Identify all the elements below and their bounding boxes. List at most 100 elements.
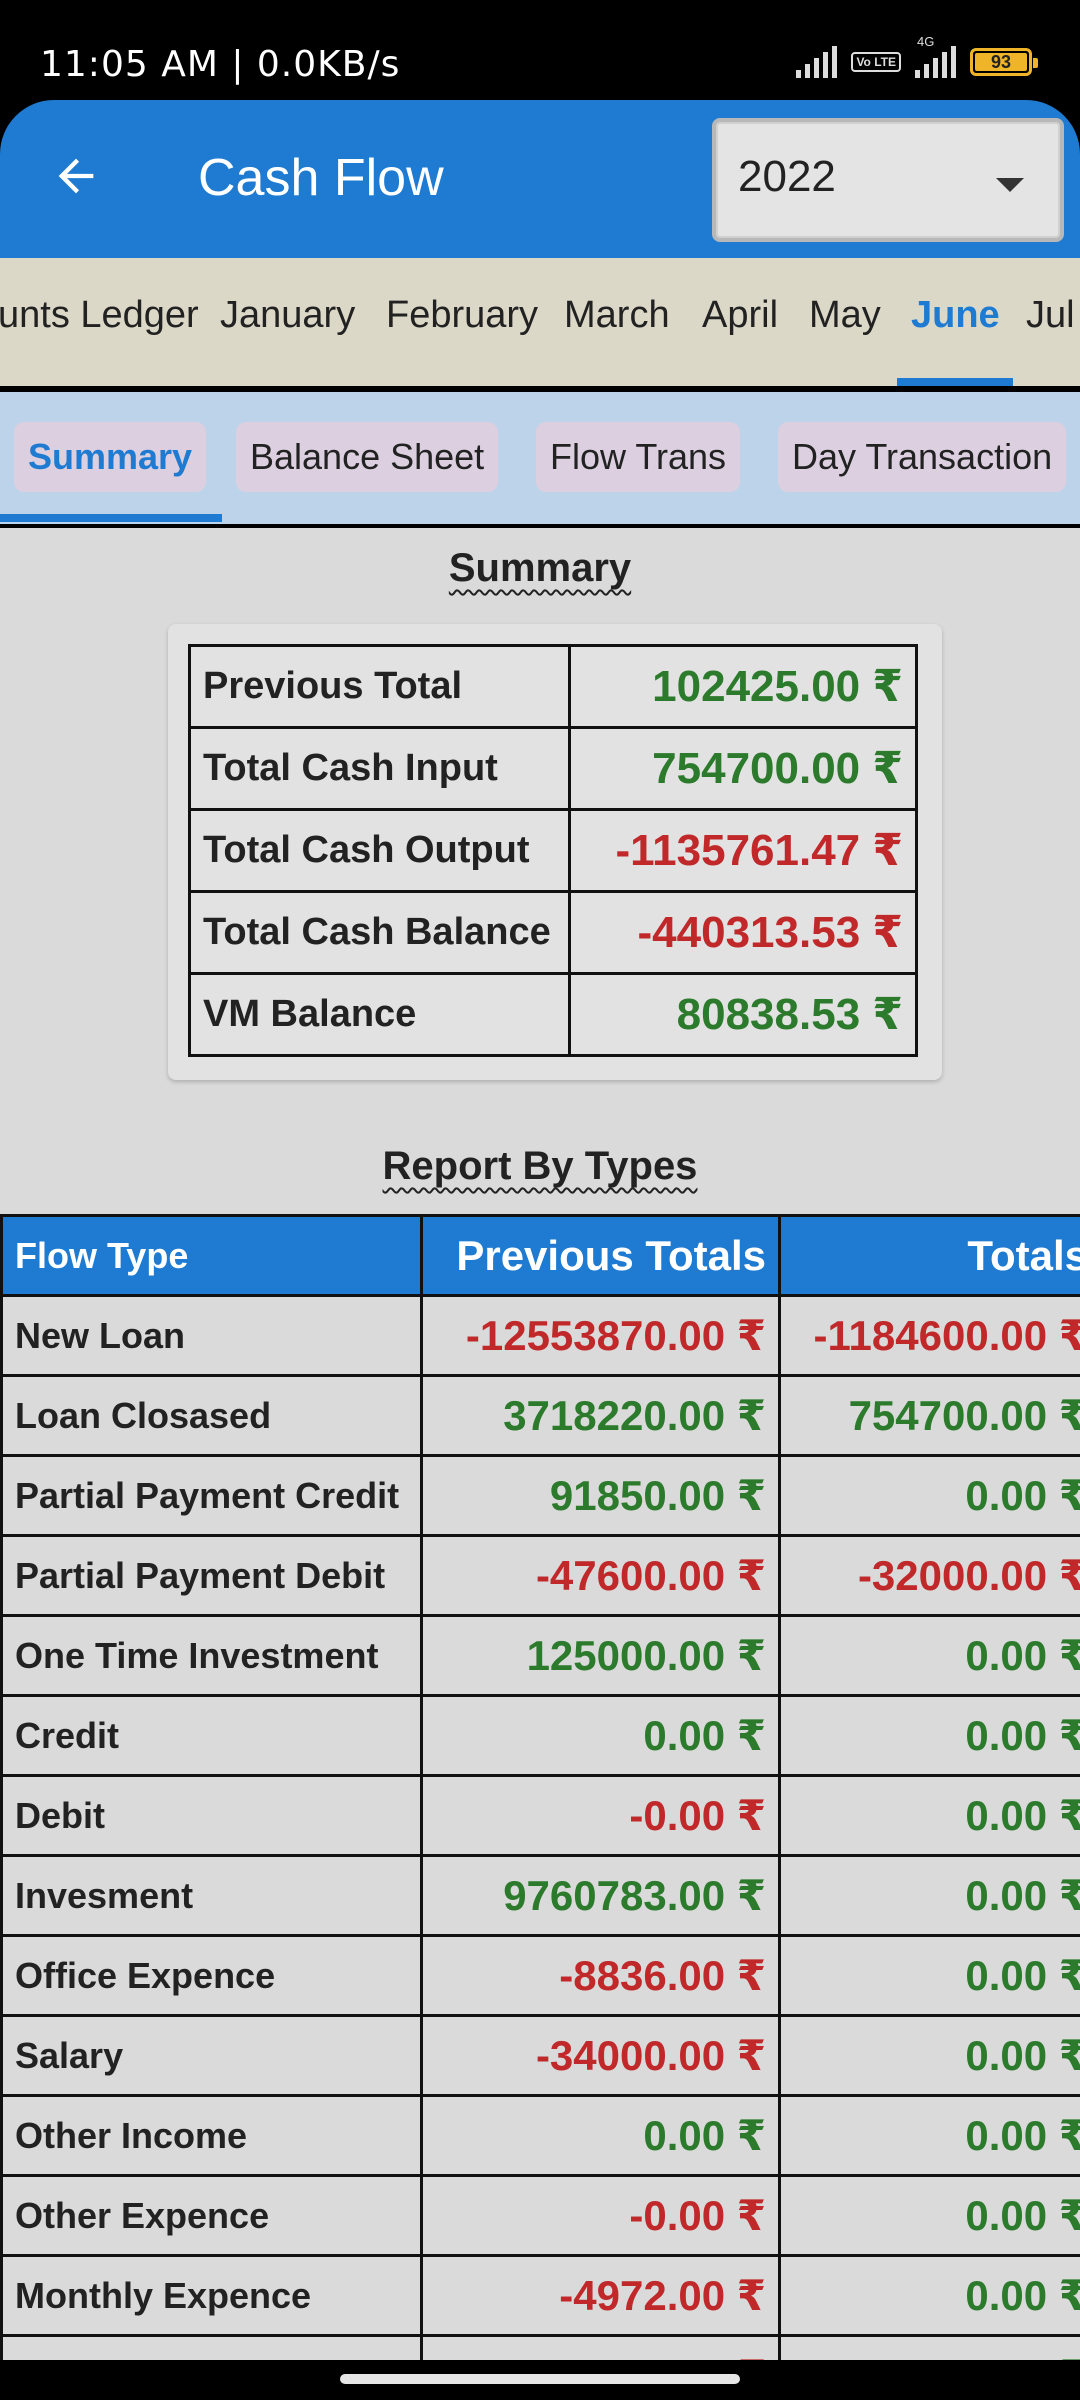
- total-cell: 0.00 ₹: [778, 1774, 1080, 1857]
- page-title: Cash Flow: [198, 149, 444, 207]
- flow-type-cell: New Loan: [0, 1294, 423, 1377]
- total-cell: 0.00 ₹: [778, 1694, 1080, 1777]
- table-row[interactable]: Debit -0.00 ₹0.00 ₹: [0, 1774, 1080, 1857]
- table-row[interactable]: One Time Investment 125000.00 ₹0.00 ₹: [0, 1614, 1080, 1697]
- previous-total-cell: -4972.00 ₹: [420, 2254, 781, 2337]
- tab-june[interactable]: June: [911, 294, 1000, 337]
- previous-total-cell: 91850.00 ₹: [420, 1454, 781, 1537]
- navigation-bar: [0, 2360, 1080, 2400]
- total-cell: -32000.00 ₹: [778, 1534, 1080, 1617]
- tab-flow-trans[interactable]: Flow Trans: [536, 422, 741, 492]
- table-row[interactable]: Salary -34000.00 ₹0.00 ₹: [0, 2014, 1080, 2097]
- battery-level: 93: [990, 51, 1012, 72]
- summary-value: -440313.53 ₹: [568, 890, 918, 975]
- tab-may[interactable]: May: [809, 294, 881, 337]
- flow-type-cell: Rent Expence: [0, 2334, 423, 2360]
- total-cell: -1184600.00 ₹: [778, 1294, 1080, 1377]
- summary-row: Total Cash Input 754700.00 ₹: [188, 726, 918, 811]
- table-row[interactable]: Invesment 9760783.00 ₹0.00 ₹: [0, 1854, 1080, 1937]
- summary-row: Previous Total 102425.00 ₹: [188, 644, 918, 729]
- flow-type-cell: Other Income: [0, 2094, 423, 2177]
- previous-total-cell: 125000.00 ₹: [420, 1614, 781, 1697]
- previous-total-cell: 0.00 ₹: [420, 2094, 781, 2177]
- previous-total-cell: -12553870.00 ₹: [420, 1294, 781, 1377]
- report-header-row: Flow Type Previous Totals Totals: [0, 1214, 1080, 1297]
- flow-type-cell: Invesment: [0, 1854, 423, 1937]
- tab-february[interactable]: February: [386, 294, 538, 337]
- total-cell: 0.00 ₹: [778, 2254, 1080, 2337]
- table-row[interactable]: Other Expence -0.00 ₹0.00 ₹: [0, 2174, 1080, 2257]
- tab-july[interactable]: Jul: [1026, 294, 1075, 337]
- previous-total-cell: 3718220.00 ₹: [420, 1374, 781, 1457]
- table-row[interactable]: Partial Payment Debit -47600.00 ₹ -32000.0…: [0, 1534, 1080, 1617]
- summary-row: Total Cash Balance -440313.53 ₹: [188, 890, 918, 975]
- total-cell: 754700.00 ₹: [778, 1374, 1080, 1457]
- table-row[interactable]: Credit 0.00 ₹0.00 ₹: [0, 1694, 1080, 1777]
- active-month-indicator: [897, 378, 1013, 386]
- total-cell: 0.00 ₹: [778, 2014, 1080, 2097]
- flow-type-cell: Monthly Expence: [0, 2254, 423, 2337]
- tab-march[interactable]: March: [564, 294, 670, 337]
- status-time: 11:05 AM | 0.0KB/s: [40, 44, 401, 85]
- table-row[interactable]: Loan Closased 3718220.00 ₹754700.00 ₹: [0, 1374, 1080, 1457]
- tab-april[interactable]: April: [702, 294, 778, 337]
- status-bar: 11:05 AM | 0.0KB/s Vo LTE 4G 93: [0, 0, 1080, 100]
- table-row[interactable]: Partial Payment Credit 91850.00 ₹0.00 ₹: [0, 1454, 1080, 1537]
- year-value: 2022: [738, 152, 836, 201]
- total-cell: 0.00 ₹: [778, 1854, 1080, 1937]
- report-title: Report By Types: [382, 1144, 698, 1188]
- tab-accounts-ledger[interactable]: unts Ledger: [0, 294, 199, 337]
- main-content[interactable]: Summary Previous Total 102425.00 ₹ Total C…: [0, 528, 1080, 2360]
- summary-label: VM Balance: [188, 972, 571, 1057]
- signal-4g-icon: 4G: [915, 34, 956, 78]
- summary-row: Total Cash Output -1135761.47 ₹: [188, 808, 918, 893]
- table-row[interactable]: Rent Expence-7100.00 ₹0.00 ₹: [0, 2334, 1080, 2360]
- summary-label: Total Cash Output: [188, 808, 571, 893]
- active-subtab-indicator: [0, 514, 222, 522]
- summary-table: Previous Total 102425.00 ₹ Total Cash Inpu…: [188, 644, 918, 1057]
- home-gesture-handle[interactable]: [340, 2374, 740, 2384]
- tab-summary[interactable]: Summary: [14, 422, 207, 492]
- previous-total-cell: 0.00 ₹: [420, 1694, 781, 1777]
- app-bar: Cash Flow 2022: [0, 100, 1080, 258]
- summary-label: Total Cash Balance: [188, 890, 571, 975]
- flow-type-cell: Loan Closased: [0, 1374, 423, 1457]
- previous-total-cell: -34000.00 ₹: [420, 2014, 781, 2097]
- col-previous-totals: Previous Totals: [420, 1214, 781, 1297]
- back-button[interactable]: [40, 140, 112, 212]
- summary-title: Summary: [448, 546, 632, 590]
- signal-icon: [796, 46, 838, 78]
- summary-label: Total Cash Input: [188, 726, 571, 811]
- table-row[interactable]: New Loan -12553870.00 ₹ -1184600.00 ₹: [0, 1294, 1080, 1377]
- volte-badge: Vo LTE: [851, 52, 901, 72]
- report-table: Flow Type Previous Totals Totals New Loa…: [0, 1214, 1080, 2360]
- col-flow-type: Flow Type: [0, 1214, 423, 1297]
- previous-total-cell: -47600.00 ₹: [420, 1534, 781, 1617]
- total-cell: 0.00 ₹: [778, 1614, 1080, 1697]
- table-row[interactable]: Monthly Expence -4972.00 ₹0.00 ₹: [0, 2254, 1080, 2337]
- flow-type-cell: Debit: [0, 1774, 423, 1857]
- year-dropdown[interactable]: 2022: [712, 118, 1064, 242]
- arrow-left-icon: [58, 158, 94, 194]
- flow-type-cell: Salary: [0, 2014, 423, 2097]
- summary-value: 80838.53 ₹: [568, 972, 918, 1057]
- flow-type-cell: Partial Payment Credit: [0, 1454, 423, 1537]
- flow-type-cell: Partial Payment Debit: [0, 1534, 423, 1617]
- total-cell: 0.00 ₹: [778, 2334, 1080, 2360]
- summary-label: Previous Total: [188, 644, 571, 729]
- tab-day-transaction[interactable]: Day Transaction: [778, 422, 1067, 492]
- summary-row: VM Balance 80838.53 ₹: [188, 972, 918, 1057]
- flow-type-cell: Office Expence: [0, 1934, 423, 2017]
- total-cell: 0.00 ₹: [778, 1934, 1080, 2017]
- previous-total-cell: -0.00 ₹: [420, 1774, 781, 1857]
- table-row[interactable]: Office Expence -8836.00 ₹0.00 ₹: [0, 1934, 1080, 2017]
- network-label: 4G: [917, 34, 935, 49]
- caret-down-icon: [996, 178, 1024, 192]
- tab-january[interactable]: January: [220, 294, 355, 337]
- total-cell: 0.00 ₹: [778, 1454, 1080, 1537]
- tab-balance-sheet[interactable]: Balance Sheet: [236, 422, 499, 492]
- table-row[interactable]: Other Income 0.00 ₹0.00 ₹: [0, 2094, 1080, 2177]
- previous-total-cell: -0.00 ₹: [420, 2174, 781, 2257]
- summary-value: 102425.00 ₹: [568, 644, 918, 729]
- previous-total-cell: 9760783.00 ₹: [420, 1854, 781, 1937]
